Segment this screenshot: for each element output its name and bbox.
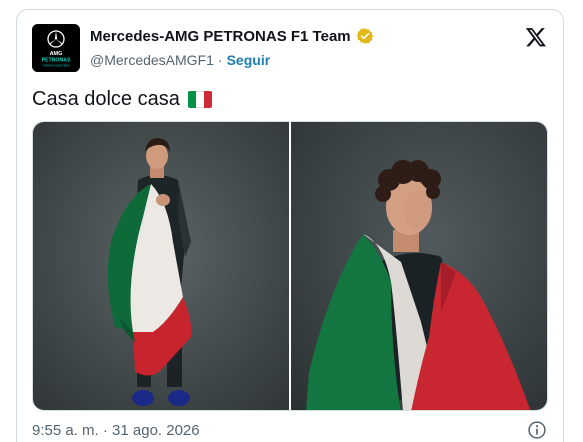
tweet-card: AMG PETRONAS FORMULA ONE TEAM Mercedes-A… [16, 9, 564, 442]
x-logo-icon[interactable] [525, 26, 547, 48]
tweet-text: Casa dolce casa [32, 88, 212, 111]
tweet-body: Casa dolce casa [32, 88, 180, 110]
flag-green-band [187, 91, 196, 108]
flag-red-band [203, 91, 212, 108]
avatar-brand-subtitle: FORMULA ONE TEAM [43, 64, 70, 68]
follow-button[interactable]: Seguir [227, 52, 271, 68]
mercedes-logo-icon: AMG PETRONAS FORMULA ONE TEAM [32, 24, 80, 72]
author-name-row: Mercedes-AMG PETRONAS F1 Team [90, 27, 374, 45]
author-display-name[interactable]: Mercedes-AMG PETRONAS F1 Team [90, 28, 351, 45]
separator-dot: · [217, 52, 223, 68]
italy-flag-icon [187, 91, 212, 108]
media-photo-2[interactable] [291, 122, 547, 410]
tweet-media [32, 121, 548, 411]
flag-white-band [195, 91, 204, 108]
avatar-brand-amg: AMG [50, 51, 63, 57]
author-handle-row: @MercedesAMGF1 · Seguir [90, 52, 270, 68]
photo-1-image [33, 122, 289, 410]
avatar[interactable]: AMG PETRONAS FORMULA ONE TEAM [32, 24, 80, 72]
author-handle[interactable]: @MercedesAMGF1 [90, 52, 214, 68]
verified-badge-icon [356, 28, 373, 44]
info-icon[interactable] [527, 420, 547, 440]
photo-2-image [291, 122, 547, 410]
avatar-brand-petronas: PETRONAS [42, 58, 71, 64]
tweet-timestamp[interactable]: 9:55 a. m. · 31 ago. 2026 [32, 422, 200, 439]
media-photo-1[interactable] [33, 122, 289, 410]
